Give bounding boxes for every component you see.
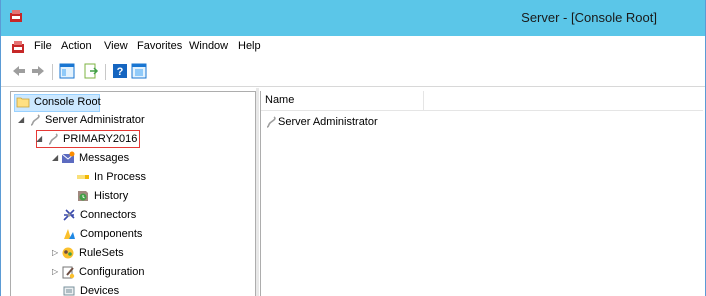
menu-window[interactable]: Window (189, 40, 228, 52)
toolbar-separator (105, 64, 106, 80)
collapsed-arrow-icon[interactable]: ▷ (52, 263, 60, 281)
configuration-icon (62, 266, 75, 279)
collapsed-arrow-icon[interactable]: ▷ (52, 244, 60, 262)
forward-arrow-icon[interactable] (30, 63, 46, 79)
messages-icon (61, 151, 75, 163)
window-title: Server - [Console Root] (521, 10, 657, 25)
tree-item-label: Messages (79, 152, 130, 164)
devices-icon (63, 286, 75, 296)
tree-item-configuration[interactable]: ▷ Configuration (51, 263, 171, 281)
tree-item-label: Devices (80, 285, 120, 296)
snapin-icon (266, 116, 276, 128)
export-list-icon[interactable] (83, 63, 99, 79)
help-icon[interactable]: ? (112, 63, 128, 79)
components-icon (64, 229, 75, 239)
tree-item-label: Connectors (80, 209, 137, 221)
tree-item-label: History (94, 190, 129, 202)
tree-item-label: PRIMARY2016 (63, 133, 138, 145)
list-item[interactable]: Server Administrator (264, 113, 424, 131)
pane-splitter[interactable] (256, 88, 259, 296)
tree-item-history[interactable]: History (75, 187, 175, 205)
expanded-arrow-icon[interactable]: ◢ (18, 111, 26, 129)
tree-item-rulesets[interactable]: ▷ RuleSets (51, 244, 161, 262)
console-tree[interactable]: Console Root ◢ Server Administrator ◢ PR… (10, 91, 256, 296)
column-header-name[interactable]: Name (265, 94, 294, 106)
tree-item-primary2016[interactable]: ◢ PRIMARY2016 (33, 130, 153, 148)
tree-item-server-administrator[interactable]: ◢ Server Administrator (15, 111, 175, 129)
tree-item-label: Server Administrator (45, 114, 145, 126)
rulesets-icon (62, 247, 74, 259)
list-item-label: Server Administrator (278, 116, 378, 128)
snapin-icon (30, 114, 40, 126)
menu-file[interactable]: File (34, 40, 52, 52)
tree-item-label: In Process (94, 171, 146, 183)
history-icon (78, 191, 88, 201)
back-arrow-icon[interactable] (11, 63, 27, 79)
connectors-icon (63, 209, 75, 221)
svg-text:?: ? (117, 66, 124, 78)
menu-help[interactable]: Help (238, 40, 261, 52)
toolbar-separator (52, 64, 53, 80)
properties-icon[interactable] (131, 63, 147, 79)
expanded-arrow-icon[interactable]: ◢ (52, 149, 60, 167)
tree-item-components[interactable]: Components (61, 225, 161, 243)
tree-item-devices[interactable]: Devices (61, 282, 161, 296)
tree-item-in-process[interactable]: In Process (75, 168, 175, 186)
tree-item-label: Console Root (34, 96, 101, 108)
column-divider[interactable] (423, 91, 424, 110)
server-icon (48, 133, 58, 145)
tree-item-connectors[interactable]: Connectors (61, 206, 161, 224)
tree-item-messages[interactable]: ◢ Messages (51, 149, 171, 167)
tree-item-label: RuleSets (79, 247, 124, 259)
system-menu-icon[interactable] (11, 40, 25, 54)
tree-item-console-root[interactable]: Console Root (15, 93, 115, 111)
show-hide-tree-icon[interactable] (59, 63, 75, 79)
app-icon (10, 10, 22, 22)
expanded-arrow-icon[interactable]: ◢ (36, 130, 44, 148)
column-header-row: Name (261, 91, 703, 111)
folder-icon (16, 97, 30, 108)
menu-action[interactable]: Action (61, 40, 92, 52)
title-bar[interactable]: Server - [Console Root] (1, 0, 705, 36)
result-list[interactable]: Name Server Administrator (260, 91, 703, 296)
tree-item-label: Configuration (79, 266, 145, 278)
in-process-icon (77, 175, 89, 179)
menu-view[interactable]: View (104, 40, 128, 52)
menu-favorites[interactable]: Favorites (137, 40, 182, 52)
mmc-window: Server - [Console Root] File Action View… (0, 0, 706, 296)
tree-item-label: Components (80, 228, 143, 240)
toolbar: ? (1, 58, 705, 87)
menu-bar: File Action View Favorites Window Help (1, 36, 705, 58)
